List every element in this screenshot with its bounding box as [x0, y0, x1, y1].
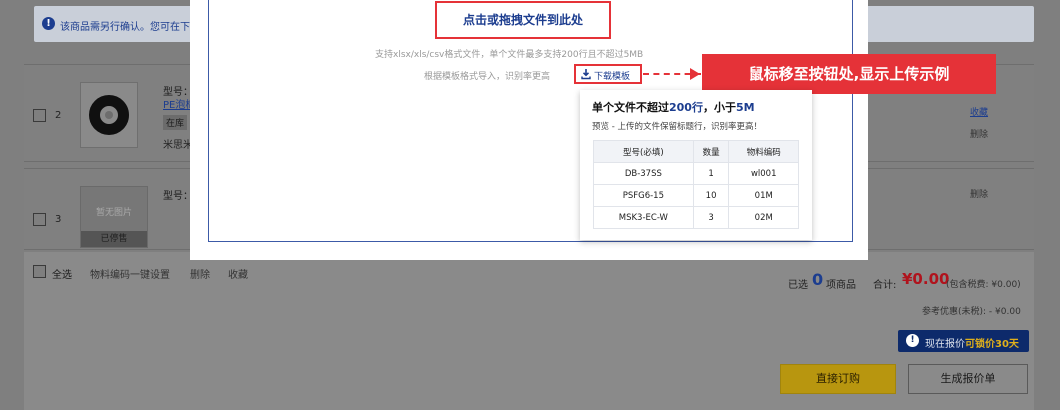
- upload-example-tooltip: 单个文件不超过200行，小于5M 预览 - 上传的文件保留标题行，识别率更高！ …: [580, 90, 812, 240]
- table-cell: 01M: [728, 184, 799, 207]
- download-template-button[interactable]: 下载模板: [574, 64, 642, 84]
- table-cell: wl001: [728, 162, 799, 185]
- table-cell: 10: [692, 184, 730, 207]
- model-label: 型号：: [163, 191, 193, 202]
- download-icon: [581, 69, 591, 80]
- row-index: 3: [55, 214, 62, 225]
- lock-highlight: 可锁价30天: [965, 339, 1019, 350]
- bulk-favorite-link[interactable]: 收藏: [228, 266, 248, 281]
- product-placeholder: 暂无图片 已停售: [80, 186, 148, 248]
- callout-arrow-icon: [690, 68, 700, 80]
- table-header: 型号(必填): [593, 140, 694, 163]
- lock-prefix: 现在报价: [925, 339, 965, 350]
- selected-prefix: 已选: [788, 280, 808, 291]
- table-cell: MSK3-EC-W: [593, 206, 694, 229]
- format-hint: 支持xlsx/xls/csv格式文件，单个文件最多支持200行且不超过5MB: [375, 50, 644, 60]
- row-checkbox[interactable]: [33, 213, 46, 226]
- annotation-callout: 鼠标移至按钮处,显示上传示例: [702, 54, 996, 94]
- table-header: 数量: [692, 140, 730, 163]
- bulk-delete-link[interactable]: 删除: [190, 266, 210, 281]
- tooltip-subtitle: 预览 - 上传的文件保留标题行，识别率更高！: [592, 122, 762, 132]
- upload-drop-button[interactable]: 点击或拖拽文件到此处: [435, 1, 611, 39]
- product-thumbnail[interactable]: [80, 82, 138, 148]
- table-cell: DB-37SS: [593, 162, 694, 185]
- generate-quote-button[interactable]: 生成报价单: [908, 364, 1028, 394]
- table-cell: 3: [692, 206, 730, 229]
- table-cell: PSFG6-15: [593, 184, 694, 207]
- tape-ring-core: [105, 111, 113, 119]
- stock-badge: 在库: [163, 115, 188, 130]
- reference-discount: 参考优惠(未税): - ¥0.00: [922, 307, 1021, 317]
- table-header: 物料编码: [728, 140, 799, 163]
- selected-count: 0: [812, 270, 824, 289]
- discontinued-badge: 已停售: [81, 231, 147, 247]
- table-row: DB-37SS 1 wl001: [593, 162, 799, 185]
- direct-order-button[interactable]: 直接订购: [780, 364, 896, 394]
- info-icon: !: [42, 17, 55, 30]
- tax-note: (包含税费: ¥0.00): [946, 280, 1021, 290]
- favorite-link[interactable]: 收藏: [970, 105, 988, 118]
- total-price: ¥0.00: [902, 270, 950, 288]
- table-cell: 1: [692, 162, 730, 185]
- selected-suffix: 项商品: [826, 280, 856, 291]
- template-hint: 根据模板格式导入，识别率更高: [424, 72, 551, 82]
- set-material-code-link[interactable]: 物料编码一键设置: [90, 266, 170, 281]
- total-label: 合计:: [873, 280, 897, 291]
- notice-text: 该商品需另行确认。您可在下: [60, 22, 190, 33]
- select-all-label[interactable]: 全选: [52, 266, 72, 281]
- cart-page: ! 该商品需另行确认。您可在下 2 型号： PE泡棉 在库 米思米 收藏 删除 …: [0, 0, 1060, 410]
- brand-text: 米思米: [163, 140, 193, 151]
- table-row: MSK3-EC-W 3 02M: [593, 206, 799, 229]
- row-checkbox[interactable]: [33, 109, 46, 122]
- select-all-checkbox[interactable]: [33, 265, 46, 278]
- download-template-label: 下载模板: [594, 72, 631, 82]
- delete-link[interactable]: 删除: [970, 127, 988, 140]
- no-image-text: 暂无图片: [95, 208, 132, 218]
- delete-link[interactable]: 删除: [970, 187, 988, 200]
- tooltip-title: 单个文件不超过200行，小于5M: [592, 101, 755, 114]
- info-icon: !: [906, 334, 919, 347]
- example-table: 型号(必填) 数量 物料编码 DB-37SS 1 wl001 PSFG6-15 …: [593, 140, 799, 229]
- table-cell: 02M: [728, 206, 799, 229]
- row-index: 2: [55, 110, 62, 121]
- table-row: PSFG6-15 10 01M: [593, 184, 799, 207]
- price-lock-badge: ! 现在报价可锁价30天: [898, 330, 1029, 352]
